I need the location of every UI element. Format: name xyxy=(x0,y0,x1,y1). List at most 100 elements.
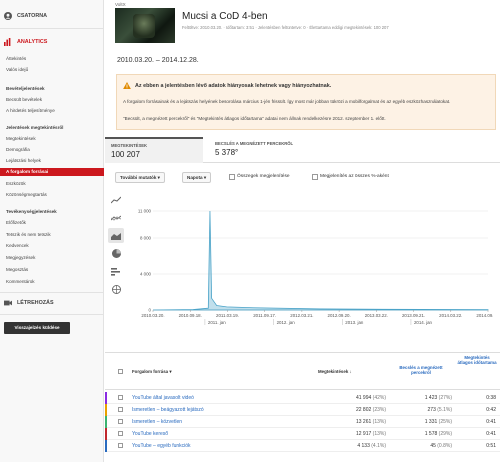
sidebar-item-ad-performance[interactable]: A hirdetés teljesítménye xyxy=(6,108,55,113)
video-title: Mucsi a CoD 4-ben xyxy=(182,11,268,22)
y-tick-label: 0 xyxy=(149,308,152,313)
row-checkbox[interactable] xyxy=(118,407,123,412)
more-metrics-dropdown[interactable]: További mutatók ▾ xyxy=(115,172,165,183)
views-cell: 13 261 (13%) xyxy=(355,419,386,425)
row-checkbox[interactable] xyxy=(118,443,123,448)
table-row[interactable]: YouTube – egyéb funkciók 4 133 (4.1%) 45 (… xyxy=(105,440,500,452)
sidebar-item-audience-retention[interactable]: Közönségmegtartás xyxy=(6,192,47,197)
map-icon[interactable] xyxy=(108,282,124,297)
column-header-views[interactable]: Megtekintések ↓ xyxy=(318,369,352,374)
analytics-icon xyxy=(4,38,11,46)
totals-checkbox[interactable] xyxy=(229,174,235,180)
x-tick-label: 2011.09.17. xyxy=(253,313,276,318)
row-checkbox[interactable] xyxy=(118,431,123,436)
sidebar-item-comments[interactable]: Megjegyzések xyxy=(6,255,35,260)
x-tick-label: 2011.03.19. xyxy=(216,313,239,318)
row-checkbox[interactable] xyxy=(118,395,123,400)
metrics-tabs: MEGTEKINTÉSEK 100 207 BECSLÉS A MEGNÉZET… xyxy=(105,137,500,163)
series-color-bar xyxy=(105,404,107,416)
multi-line-chart-icon[interactable] xyxy=(108,210,124,225)
bar-chart-icon[interactable] xyxy=(108,264,124,279)
chart-toolbar: További mutatók ▾ Napota ▾ Összegek megj… xyxy=(105,172,500,184)
table-row[interactable]: Ismeretlen – közvetlen 13 261 (13%) 1 331 … xyxy=(105,416,500,428)
series-color-bar xyxy=(105,440,107,452)
minutes-cell: 45 (0.8%) xyxy=(430,443,452,449)
y-tick-label: 8 000 xyxy=(140,236,152,241)
sidebar: CSATORNA ANALYTICS Áttekintés Valós idej… xyxy=(0,0,104,462)
sidebar-item-engagement-reports[interactable]: Tevékenységjelentések xyxy=(6,209,57,214)
x-tick-label: 2014.03.22. xyxy=(439,313,462,318)
period-dropdown[interactable]: Napota ▾ xyxy=(182,172,212,183)
sidebar-item-devices[interactable]: Eszközök xyxy=(6,181,26,186)
metric-tab-minutes[interactable]: BECSLÉS A MEGNÉZETT PERCEKRŐL 5 378° xyxy=(209,137,305,163)
send-feedback-button[interactable]: Visszajelzés küldése xyxy=(4,322,70,334)
warning-title: Az ebben a jelentésben lévő adatok hiány… xyxy=(135,83,332,89)
row-checkbox[interactable] xyxy=(118,419,123,424)
sidebar-divider xyxy=(0,292,104,293)
select-all-checkbox[interactable] xyxy=(118,369,123,374)
x-tick-label: 2012.09.20. xyxy=(328,313,351,318)
traffic-source-link[interactable]: YouTube kereső xyxy=(132,431,168,437)
avg-duration-cell: 0:51 xyxy=(486,443,496,449)
avg-duration-cell: 0:38 xyxy=(486,395,496,401)
table-row[interactable]: YouTube kereső 12 917 (13%) 1 578 (29%) 0:4… xyxy=(105,428,500,440)
sidebar-create-section[interactable]: LÉTREHOZÁS xyxy=(0,297,54,309)
sidebar-item-sharing[interactable]: Megosztás xyxy=(6,267,28,272)
traffic-source-link[interactable]: Ismeretlen – közvetlen xyxy=(132,419,182,425)
metric-tab-views[interactable]: MEGTEKINTÉSEK 100 207 xyxy=(105,137,203,163)
video-camera-icon xyxy=(4,300,12,306)
metric-label: MEGTEKINTÉSEK xyxy=(111,143,148,148)
sidebar-item-demographics[interactable]: Demográfia xyxy=(6,147,30,152)
views-cell: 12 917 (13%) xyxy=(355,431,386,437)
column-header-minutes[interactable]: Becslés a megnézett percekről xyxy=(393,365,449,375)
x-sub-label: 2011. jan xyxy=(208,320,226,325)
sidebar-item-subscribers[interactable]: Előfizetők xyxy=(6,220,26,225)
sidebar-item-watch-reports[interactable]: Jelentések megtekintésről xyxy=(6,125,63,130)
series-color-bar xyxy=(105,428,107,440)
x-tick-label: 2010.03.20. xyxy=(141,313,164,318)
minutes-cell: 1 331 (25%) xyxy=(424,419,452,425)
sidebar-item-traffic-sources[interactable]: A forgalom forrásai xyxy=(0,168,104,176)
sidebar-create-label: LÉTREHOZÁS xyxy=(17,300,54,306)
area-chart-icon[interactable] xyxy=(108,228,124,243)
sidebar-item-revenue-reports[interactable]: Bevételjelentések xyxy=(6,86,45,91)
sidebar-item-favorites[interactable]: Kedvencek xyxy=(6,243,29,248)
column-header-avg-duration[interactable]: Megtekintés átlagos időtartama xyxy=(457,355,497,365)
sidebar-item-realtime[interactable]: Valós idejű xyxy=(6,67,28,72)
sidebar-analytics-section[interactable]: ANALYTICS xyxy=(0,36,47,48)
metric-value: 100 207 xyxy=(111,150,140,159)
traffic-source-link[interactable]: YouTube által javasolt videó xyxy=(132,395,194,401)
table-header: Forgalom forrása ▾ Megtekintések ↓ Becsl… xyxy=(105,352,500,390)
sidebar-channel-section[interactable]: CSATORNA xyxy=(0,10,47,22)
sidebar-analytics-label: ANALYTICS xyxy=(17,39,48,45)
table-row[interactable]: YouTube által javasolt videó 41 994 (42%)… xyxy=(105,392,500,404)
column-header-source[interactable]: Forgalom forrása ▾ xyxy=(132,369,172,375)
sidebar-item-views[interactable]: Megtekintések xyxy=(6,136,36,141)
table-row[interactable]: Ismeretlen – beágyazott lejátszó 22 802 (… xyxy=(105,404,500,416)
views-cell: 4 133 (4.1%) xyxy=(357,443,386,449)
x-tick-label: 2012.03.21. xyxy=(290,313,313,318)
date-range[interactable]: 2010.03.20. – 2014.12.28. xyxy=(117,57,199,64)
series-color-bar xyxy=(105,416,107,428)
warning-text: A forgalom forrásainak és a lejátszás he… xyxy=(123,99,451,104)
metric-value: 5 378° xyxy=(215,148,239,157)
warning-icon xyxy=(123,82,131,89)
sidebar-item-estimated-revenue[interactable]: Becsült bevételek xyxy=(6,97,42,102)
x-sub-label: 2014. jan xyxy=(414,320,433,325)
sidebar-item-playback-locations[interactable]: Lejátszási helyek xyxy=(6,158,41,163)
breadcrumb[interactable]: VoltX xyxy=(115,2,126,7)
line-chart-icon[interactable] xyxy=(108,192,124,207)
video-meta: Feltöltve: 2010.03.20. · Időtartam: 3:51… xyxy=(182,25,389,30)
percent-checkbox[interactable] xyxy=(312,174,318,180)
video-thumbnail[interactable] xyxy=(115,8,175,43)
sidebar-item-annotations[interactable]: Kommentárok xyxy=(6,279,35,284)
traffic-source-link[interactable]: YouTube – egyéb funkciók xyxy=(132,443,191,449)
percent-checkbox-label: Megjelenítés az összes %-aként xyxy=(320,174,389,179)
pie-chart-icon[interactable] xyxy=(108,246,124,261)
y-tick-label: 4 000 xyxy=(140,272,152,277)
sidebar-item-overview[interactable]: Áttekintés xyxy=(6,56,26,61)
series-color-bar xyxy=(105,392,107,404)
sidebar-item-likes[interactable]: Tetszik és nem tetszik xyxy=(6,232,51,237)
traffic-chart[interactable]: 11 000 8 000 4 000 0 2010.03.20. 2010.09.18.… xyxy=(133,203,493,345)
traffic-source-link[interactable]: Ismeretlen – beágyazott lejátszó xyxy=(132,407,204,413)
